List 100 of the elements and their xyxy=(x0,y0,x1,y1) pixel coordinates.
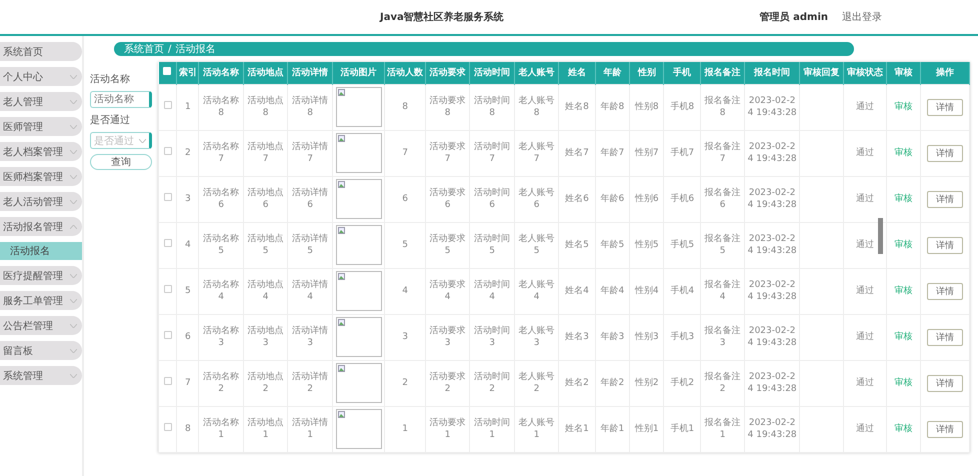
sidebar-subitem[interactable]: 活动报名 xyxy=(0,242,82,260)
checkbox[interactable] xyxy=(164,377,172,385)
sidebar-item[interactable]: 老人管理 xyxy=(0,92,82,111)
detail-button[interactable]: 详情 xyxy=(927,98,964,116)
broken-image-icon xyxy=(338,89,345,96)
sidebar-item[interactable]: 老人档案管理 xyxy=(0,142,82,161)
table-cell: 活动要求8 xyxy=(425,84,470,130)
table-cell: 年龄6 xyxy=(595,176,630,222)
table-cell: 手机4 xyxy=(664,268,700,314)
broken-image-icon xyxy=(338,227,345,234)
table-cell: 4 xyxy=(176,222,199,268)
chevron-icon xyxy=(70,224,77,228)
sidebar-item[interactable]: 活动报名管理 xyxy=(0,217,82,236)
table-cell: 2023-02-24 19:43:28 xyxy=(744,130,800,176)
table-cell: 活动时间4 xyxy=(470,268,514,314)
table-cell: 5 xyxy=(176,268,199,314)
table-cell: 通过 xyxy=(844,406,886,452)
sidebar-label: 留言板 xyxy=(3,344,33,358)
table-cell: 1 xyxy=(176,84,199,130)
table-cell: 性别6 xyxy=(630,176,664,222)
table-cell: 活动详情4 xyxy=(288,268,332,314)
table-cell: 姓名4 xyxy=(558,268,596,314)
table-cell: 活动时间5 xyxy=(470,222,514,268)
table-cell: 年龄2 xyxy=(595,360,630,406)
sidebar-label: 公告栏管理 xyxy=(3,320,53,332)
sidebar-item[interactable]: 医师档案管理 xyxy=(0,167,82,186)
logout-link[interactable]: 退出登录 xyxy=(842,10,882,24)
detail-button[interactable]: 详情 xyxy=(927,236,964,254)
input-field[interactable]: 活动名称 xyxy=(90,91,152,108)
breadcrumb-link[interactable]: 活动报名 xyxy=(175,42,216,56)
scrollbar-thumb[interactable] xyxy=(878,218,883,254)
column-header: 审核 xyxy=(886,62,921,84)
sidebar-item[interactable]: 系统首页 xyxy=(0,42,82,61)
table-cell: 姓名6 xyxy=(558,176,596,222)
table-cell: 7 xyxy=(176,360,199,406)
sidebar-item[interactable]: 医疗提醒管理 xyxy=(0,266,82,285)
table-cell: 活动地点2 xyxy=(243,360,288,406)
checkbox[interactable] xyxy=(164,193,172,201)
column-header: 年龄 xyxy=(595,62,630,84)
table-cell: 活动详情6 xyxy=(288,176,332,222)
table-cell: 活动名称1 xyxy=(198,406,244,452)
chevron-icon xyxy=(70,74,77,78)
table-cell: 年龄3 xyxy=(595,314,630,360)
sidebar-item[interactable]: 老人活动管理 xyxy=(0,192,82,211)
column-header: 性别 xyxy=(630,62,664,84)
detail-button[interactable]: 详情 xyxy=(927,420,964,438)
table-cell: 活动要求7 xyxy=(425,130,470,176)
sidebar-item[interactable]: 系统管理 xyxy=(0,366,82,385)
table-cell: 活动时间3 xyxy=(470,314,514,360)
detail-button[interactable]: 详情 xyxy=(927,190,964,208)
table-cell: 通过 xyxy=(844,130,886,176)
table-cell: 活动名称7 xyxy=(198,130,244,176)
table-cell: 手机6 xyxy=(664,176,700,222)
table-cell: 性别4 xyxy=(630,268,664,314)
checkbox[interactable] xyxy=(164,331,172,339)
detail-button[interactable]: 详情 xyxy=(927,328,964,346)
table-cell: 手机2 xyxy=(664,360,700,406)
table-cell: 2 xyxy=(176,130,199,176)
chevron-icon xyxy=(70,298,77,302)
detail-button[interactable]: 详情 xyxy=(927,144,964,162)
checkbox[interactable] xyxy=(164,285,172,293)
table-cell: 活动详情2 xyxy=(288,360,332,406)
detail-button[interactable]: 详情 xyxy=(927,374,964,392)
table-cell: 活动时间2 xyxy=(470,360,514,406)
sidebar-item[interactable]: 医师管理 xyxy=(0,117,82,136)
table-cell: 通过 xyxy=(844,268,886,314)
table-cell: 姓名1 xyxy=(558,406,596,452)
breadcrumb-link[interactable]: 系统首页 xyxy=(124,42,164,56)
table-cell: 性别2 xyxy=(630,360,664,406)
table-cell: 活动地点3 xyxy=(243,314,288,360)
column-header: 活动人数 xyxy=(384,62,426,84)
broken-image-icon xyxy=(338,365,345,372)
table-cell: 老人账号8 xyxy=(514,84,559,130)
chevron-icon xyxy=(70,174,77,178)
table-cell: 活动名称2 xyxy=(198,360,244,406)
table-cell: 报名备注5 xyxy=(700,222,745,268)
checkbox[interactable] xyxy=(164,147,172,155)
sidebar-item[interactable]: 服务工单管理 xyxy=(0,291,82,310)
table-cell: 年龄8 xyxy=(595,84,630,130)
table-cell: 2023-02-24 19:43:28 xyxy=(744,268,800,314)
sidebar-item[interactable]: 个人中心 xyxy=(0,67,82,86)
sidebar-item[interactable]: 留言板 xyxy=(0,341,82,360)
search-button[interactable]: 查询 xyxy=(90,154,152,170)
table-cell: 5 xyxy=(384,222,426,268)
column-header: 报名时间 xyxy=(744,62,800,84)
sidebar-item[interactable]: 公告栏管理 xyxy=(0,316,82,335)
table-cell: 活动详情1 xyxy=(288,406,332,452)
detail-button[interactable]: 详情 xyxy=(927,282,964,300)
table-cell: 8 xyxy=(176,406,199,452)
checkbox[interactable] xyxy=(164,423,172,431)
table-cell: 姓名7 xyxy=(558,130,596,176)
checkbox[interactable] xyxy=(164,239,172,247)
chevron-icon xyxy=(139,138,146,142)
checkbox[interactable] xyxy=(164,101,172,109)
table-cell: 活动地点7 xyxy=(243,130,288,176)
table-cell: 3 xyxy=(384,314,426,360)
sidebar-label: 老人档案管理 xyxy=(3,146,63,158)
chevron-icon xyxy=(70,100,77,104)
table-cell: 年龄1 xyxy=(595,406,630,452)
table-cell: 报名备注8 xyxy=(700,84,745,130)
